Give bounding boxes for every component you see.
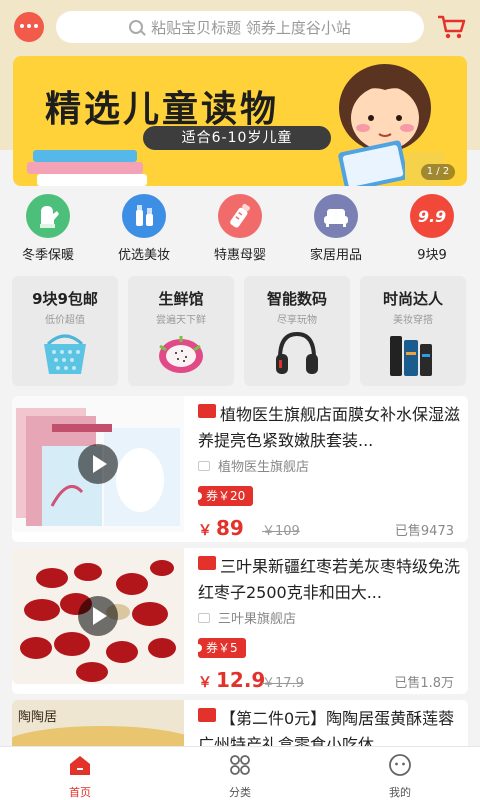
- channel-title: 智能数码: [266, 290, 327, 308]
- tmall-badge-icon: [198, 404, 216, 418]
- product-image[interactable]: [12, 548, 184, 684]
- category-row: 冬季保暖 优选美妆 特惠母婴 家居用品 9.9 9块9: [0, 194, 480, 266]
- channel-fashion[interactable]: 时尚达人 美妆穿搭: [360, 276, 466, 386]
- play-video-icon[interactable]: [78, 444, 118, 484]
- shop-icon: [198, 612, 210, 623]
- books-illustration: [27, 150, 147, 186]
- tmall-badge-icon: [198, 708, 216, 722]
- tab-home[interactable]: 首页: [30, 753, 130, 800]
- home-icon: [70, 756, 90, 775]
- shop-name[interactable]: 植物医生旗舰店: [198, 456, 309, 475]
- product-title: 三叶果新疆红枣若羌灰枣特级免洗红枣子2500克非和田大...: [198, 556, 460, 602]
- bottom-tab-bar: 首页 分类 我的: [0, 746, 480, 800]
- category-nine-nine[interactable]: 9.9 9块9: [384, 194, 480, 263]
- product-price: ￥ 12.9: [198, 668, 266, 692]
- svg-text:9.9: 9.9: [418, 207, 446, 226]
- tab-label: 首页: [69, 786, 91, 799]
- coupon-badge[interactable]: 券￥5: [194, 638, 246, 658]
- category-winter[interactable]: 冬季保暖: [0, 194, 96, 263]
- dragonfruit-icon: [159, 336, 203, 373]
- sofa-icon: [314, 194, 358, 238]
- coupon-badge[interactable]: 券￥20: [193, 486, 254, 506]
- cart-icon[interactable]: [436, 12, 466, 42]
- product-image-brand: 陶陶居: [18, 710, 58, 725]
- headphones-icon: [276, 331, 318, 374]
- play-video-icon[interactable]: [78, 596, 118, 636]
- skincare-icon: [390, 336, 432, 376]
- product-title: 【第二件0元】陶陶居蛋黄酥莲蓉广州特产礼盒零食小吃休...: [198, 708, 455, 746]
- category-baby[interactable]: 特惠母婴: [192, 194, 288, 263]
- promo-banner[interactable]: 精选儿童读物 适合6-10岁儿童 1 / 2: [13, 56, 467, 186]
- profile-icon: [389, 754, 411, 776]
- channel-subtitle: 低价超值: [45, 315, 85, 326]
- search-placeholder: 粘贴宝贝标题 领券上度谷小站: [151, 18, 351, 37]
- product-card[interactable]: 三叶果新疆红枣若羌灰枣特级免洗红枣子2500克非和田大... 三叶果旗舰店 券￥…: [12, 548, 468, 694]
- category-label: 冬季保暖: [21, 248, 74, 263]
- header: 粘贴宝贝标题 领券上度谷小站: [0, 0, 480, 54]
- category-label: 家居用品: [309, 248, 362, 263]
- channel-title: 时尚达人: [382, 290, 443, 308]
- original-price: ￥109: [262, 524, 300, 539]
- category-cosmetics[interactable]: 优选美妆: [96, 194, 192, 263]
- channel-fresh[interactable]: 生鲜馆 尝遍天下鲜: [128, 276, 234, 386]
- baby-bottle-icon: [218, 194, 262, 238]
- category-home[interactable]: 家居用品: [288, 194, 384, 263]
- product-image[interactable]: [12, 396, 184, 532]
- channel-subtitle: 尝遍天下鲜: [156, 315, 206, 326]
- cosmetics-icon: [122, 194, 166, 238]
- product-card[interactable]: 植物医生旗舰店面膜女补水保湿滋养提亮色紧致嫩肤套装... 植物医生旗舰店 券￥2…: [12, 396, 468, 542]
- channel-subtitle: 尽享玩物: [277, 315, 317, 326]
- search-icon: [129, 20, 144, 34]
- channel-digital[interactable]: 智能数码 尽享玩物: [244, 276, 350, 386]
- tab-label: 分类: [229, 786, 251, 799]
- product-price: ￥ 89: [198, 516, 244, 540]
- channel-title: 9块9包邮: [32, 290, 98, 308]
- original-price: ￥17.9: [262, 676, 304, 691]
- tab-profile[interactable]: 我的: [350, 753, 450, 800]
- tab-label: 我的: [389, 786, 411, 799]
- sold-count: 已售9473: [394, 524, 454, 539]
- category-label: 优选美妆: [117, 248, 170, 263]
- message-icon[interactable]: [14, 12, 44, 42]
- mitten-icon: [26, 194, 70, 238]
- category-label: 9块9: [417, 248, 447, 263]
- product-card[interactable]: 陶陶居 【第二件0元】陶陶居蛋黄酥莲蓉广州特产礼盒零食小吃休...: [12, 700, 468, 746]
- tmall-badge-icon: [198, 556, 216, 570]
- product-image[interactable]: 陶陶居: [12, 700, 184, 746]
- channel-row: 9块9包邮 低价超值 生鲜馆 尝遍天下鲜 智能数码 尽享玩物 时尚达人 美妆穿搭: [12, 276, 468, 386]
- category-label: 特惠母婴: [213, 248, 266, 263]
- search-bar[interactable]: 粘贴宝贝标题 领券上度谷小站: [56, 11, 424, 43]
- channel-nine-nine[interactable]: 9块9包邮 低价超值: [12, 276, 118, 386]
- shop-name[interactable]: 三叶果旗舰店: [198, 608, 296, 627]
- banner-subtitle: 适合6-10岁儿童: [143, 126, 331, 150]
- shop-icon: [198, 460, 210, 471]
- basket-icon: [44, 334, 86, 374]
- channel-subtitle: 美妆穿搭: [393, 315, 433, 326]
- nine-nine-icon: 9.9: [410, 194, 454, 238]
- banner-pager: 1 / 2: [421, 164, 455, 180]
- channel-title: 生鲜馆: [158, 290, 204, 308]
- banner-title: 精选儿童读物: [45, 89, 280, 130]
- tab-category[interactable]: 分类: [190, 753, 290, 800]
- sold-count: 已售1.8万: [394, 676, 454, 691]
- product-title: 植物医生旗舰店面膜女补水保湿滋养提亮色紧致嫩肤套装...: [198, 404, 460, 450]
- category-icon: [230, 755, 250, 775]
